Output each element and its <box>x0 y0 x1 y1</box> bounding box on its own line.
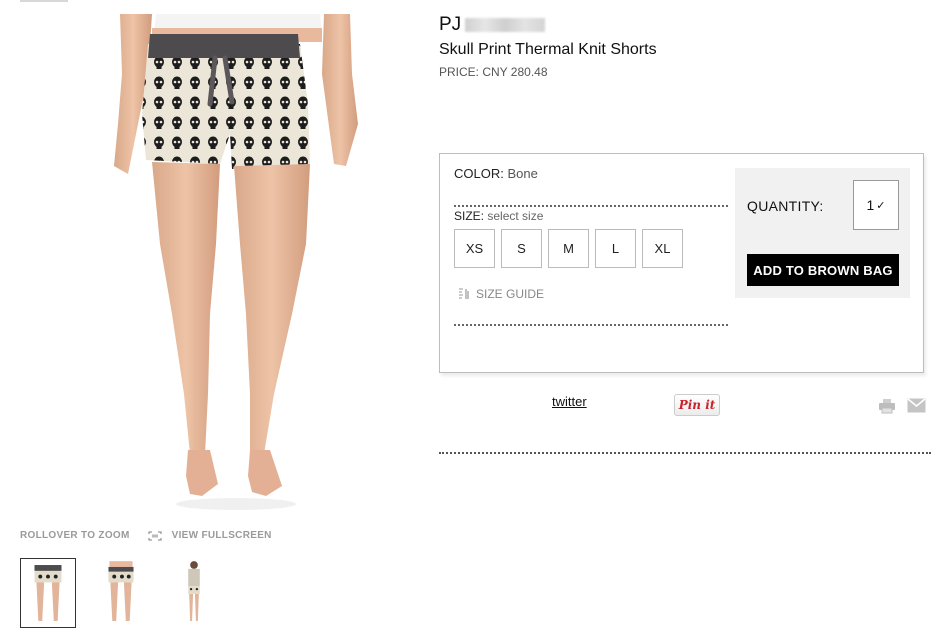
color-label: COLOR: <box>454 166 504 181</box>
thumbnail-back[interactable] <box>93 558 149 628</box>
divider <box>454 324 728 326</box>
divider <box>439 452 931 454</box>
brand-name-redacted <box>465 18 546 32</box>
main-product-image[interactable] <box>60 14 400 514</box>
quantity-select[interactable]: 1 ✓ <box>853 180 899 230</box>
size-button-xs[interactable]: XS <box>454 229 495 268</box>
printer-icon[interactable] <box>878 398 896 414</box>
product-price: PRICE: CNY 280.48 <box>439 65 548 79</box>
top-divider <box>20 0 68 2</box>
ruler-icon <box>459 288 469 299</box>
size-label: SIZE: <box>454 209 485 223</box>
envelope-icon[interactable] <box>907 398 926 413</box>
chevron-down-icon: ✓ <box>876 199 886 212</box>
color-value: Bone <box>507 166 538 181</box>
add-to-bag-button[interactable]: ADD TO BROWN BAG <box>747 254 899 286</box>
thumbnail-strip <box>20 558 239 628</box>
color-selector: COLOR: Bone <box>454 166 538 181</box>
twitter-share-link[interactable]: twitter <box>552 394 587 409</box>
size-guide-link[interactable]: SIZE GUIDE <box>458 287 544 301</box>
size-button-l[interactable]: L <box>595 229 636 268</box>
divider <box>454 205 728 207</box>
quantity-panel: QUANTITY: 1 ✓ ADD TO BROWN BAG <box>735 168 910 298</box>
view-fullscreen-link[interactable]: VIEW FULLSCREEN <box>172 530 272 541</box>
size-selector-header: SIZE: select size <box>454 209 543 223</box>
size-guide-label: SIZE GUIDE <box>476 287 545 301</box>
size-button-s[interactable]: S <box>501 229 542 268</box>
size-button-xl[interactable]: XL <box>642 229 683 268</box>
fullscreen-icon[interactable] <box>147 530 162 541</box>
product-brand[interactable]: PJ <box>439 14 546 36</box>
thumbnail-full-outfit[interactable] <box>166 558 222 628</box>
quantity-label: QUANTITY: <box>747 198 824 214</box>
purchase-options-panel: COLOR: Bone SIZE: select size XS S M L X… <box>439 153 924 373</box>
size-value: select size <box>487 209 544 223</box>
size-button-m[interactable]: M <box>548 229 589 268</box>
thumbnail-front[interactable] <box>20 558 76 628</box>
image-controls: ROLLOVER TO ZOOM VIEW FULLSCREEN <box>20 530 272 541</box>
rollover-to-zoom-label: ROLLOVER TO ZOOM <box>20 530 130 541</box>
pinterest-pin-button[interactable]: Pin it <box>674 394 720 416</box>
quantity-value: 1 <box>866 197 875 213</box>
product-title: Skull Print Thermal Knit Shorts <box>439 41 657 58</box>
brand-name: PJ <box>439 14 462 35</box>
size-options: XS S M L XL <box>454 229 689 268</box>
